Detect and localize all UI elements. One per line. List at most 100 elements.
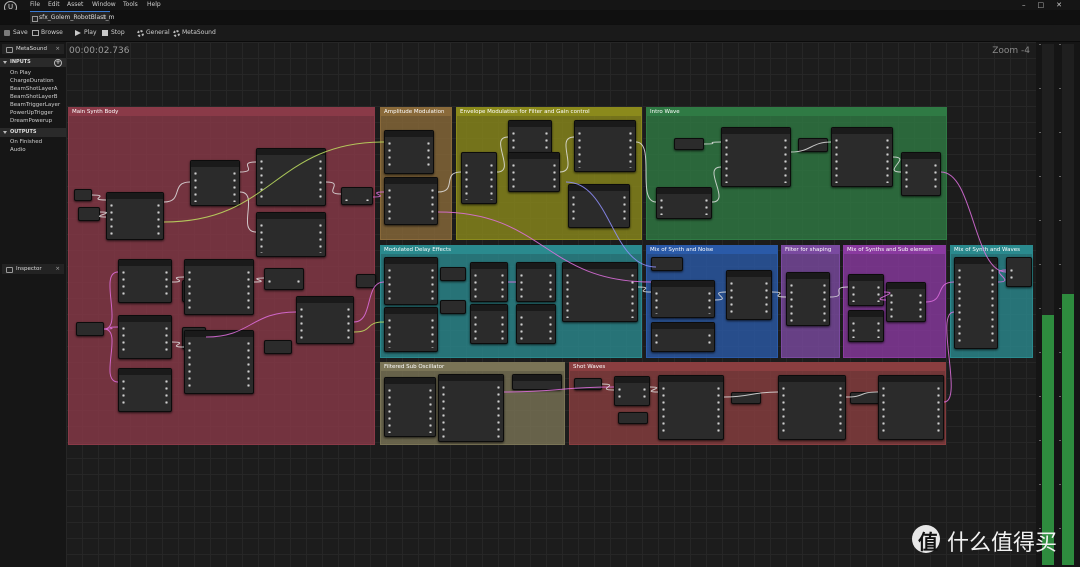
menu-asset[interactable]: Asset [67,1,83,8]
meter-tick [1039,484,1041,485]
node-wire [437,171,462,193]
menu-bar: U File Edit Asset Window Tools Help –□✕ [0,0,1080,14]
meter-tick [1059,132,1061,133]
node-wire [703,141,722,145]
node-wire [771,291,787,298]
audio-meter-panel [1036,42,1080,567]
node-wire [103,326,119,330]
input-item[interactable]: BeamShotLayerB [10,94,58,100]
meter-tick [1039,352,1041,353]
output-item[interactable]: On Finished [10,139,42,145]
node-wire [925,281,955,303]
node-wire [437,211,652,283]
gear-icon [137,30,144,37]
meter-tick [1039,220,1041,221]
meter-tick [1039,396,1041,397]
menu-help[interactable]: Help [147,1,161,8]
node-wire [829,286,849,298]
metasound-graph-canvas[interactable]: 00:00:02.736 Zoom -4 Main Synth Body Amp… [66,42,1036,567]
close-panel-icon[interactable]: × [55,264,60,274]
save-button[interactable]: Save [4,28,28,38]
add-input-icon[interactable]: + [54,59,62,67]
meter-fill-right [1062,294,1074,565]
node-wire [239,191,257,233]
input-item[interactable]: DreamPowerup [10,118,52,124]
meter-tick [1039,308,1041,309]
node-wire [325,181,342,195]
node-wire [496,136,509,173]
meter-tick [1059,220,1061,221]
menu-file[interactable]: File [30,1,40,8]
toolbar: Save Browse Play Stop General MetaSound [0,25,1080,42]
meter-tick [1059,308,1061,309]
watermark-logo: 值 [912,525,940,554]
window-controls[interactable]: –□✕ [1022,1,1074,9]
input-item[interactable]: BeamTriggerLayer [10,102,60,108]
inspector-icon [6,267,13,273]
node-wires [91,136,1007,403]
metasound-panel-tab-label: MetaSound [16,46,47,52]
meter-tick [1039,44,1041,45]
save-label: Save [13,29,28,36]
document-tab[interactable]: sfx_Golem_RobotBlast_m × [30,11,115,24]
menu-edit[interactable]: Edit [48,1,60,8]
node-wire [711,166,722,203]
node-wire [372,191,385,198]
menu-tools[interactable]: Tools [123,1,138,8]
node-wire [565,181,657,268]
save-icon [4,30,10,36]
collapse-arrow-icon[interactable] [3,131,7,134]
members-panel: MetaSound × INPUTS + On Play ChargeDurat… [0,42,67,567]
meter-tick [1059,352,1061,353]
node-wire [503,386,615,393]
meter-tick [1059,44,1061,45]
inputs-section-header[interactable]: INPUTS + [0,58,66,67]
meter-tick [1059,264,1061,265]
stop-button[interactable]: Stop [102,28,125,38]
node-wire [714,291,727,301]
document-tab-bar: sfx_Golem_RobotBlast_m × [0,10,1080,24]
meter-tick [1059,396,1061,397]
inputs-header-label: INPUTS [10,59,31,65]
node-wire [635,141,657,203]
node-wire [723,391,779,398]
general-button[interactable]: General [137,28,170,38]
node-wire [637,286,652,293]
output-item[interactable]: Audio [10,147,26,153]
node-wire [171,341,185,348]
output-meter-left [1039,44,1054,565]
close-tab-icon[interactable]: × [102,12,107,24]
meter-tick [1039,132,1041,133]
node-wire [790,141,832,153]
node-wire [879,291,891,301]
node-wire [559,136,575,173]
metasound-label: MetaSound [182,29,216,36]
inspector-panel-tab[interactable]: Inspector × [2,264,64,274]
play-button[interactable]: Play [75,28,97,38]
input-item[interactable]: BeamShotLayerA [10,86,57,92]
browse-button[interactable]: Browse [32,28,63,38]
general-label: General [146,29,170,36]
input-item[interactable]: On Play [10,70,31,76]
meter-tick [1059,484,1061,485]
meter-tick [1039,440,1041,441]
node-wire [98,211,108,218]
stop-label: Stop [111,29,125,36]
meter-tick [1059,440,1061,441]
panel-icon [6,47,13,53]
menu-window[interactable]: Window [92,1,116,8]
metasound-settings-button[interactable]: MetaSound [173,28,216,38]
meter-tick [1039,88,1041,89]
close-panel-icon[interactable]: × [55,44,60,54]
outputs-section-header[interactable]: OUTPUTS [0,128,66,137]
inspector-tab-label: Inspector [16,266,42,272]
collapse-arrow-icon[interactable] [3,61,7,64]
node-wire [892,156,902,173]
metasound-panel-tab[interactable]: MetaSound × [2,44,64,54]
output-meter-right [1059,44,1074,565]
node-wire [353,281,385,323]
folder-icon [32,30,39,36]
input-item[interactable]: PowerUpTrigger [10,110,53,116]
browse-label: Browse [41,29,63,36]
input-item[interactable]: ChargeDuration [10,78,54,84]
